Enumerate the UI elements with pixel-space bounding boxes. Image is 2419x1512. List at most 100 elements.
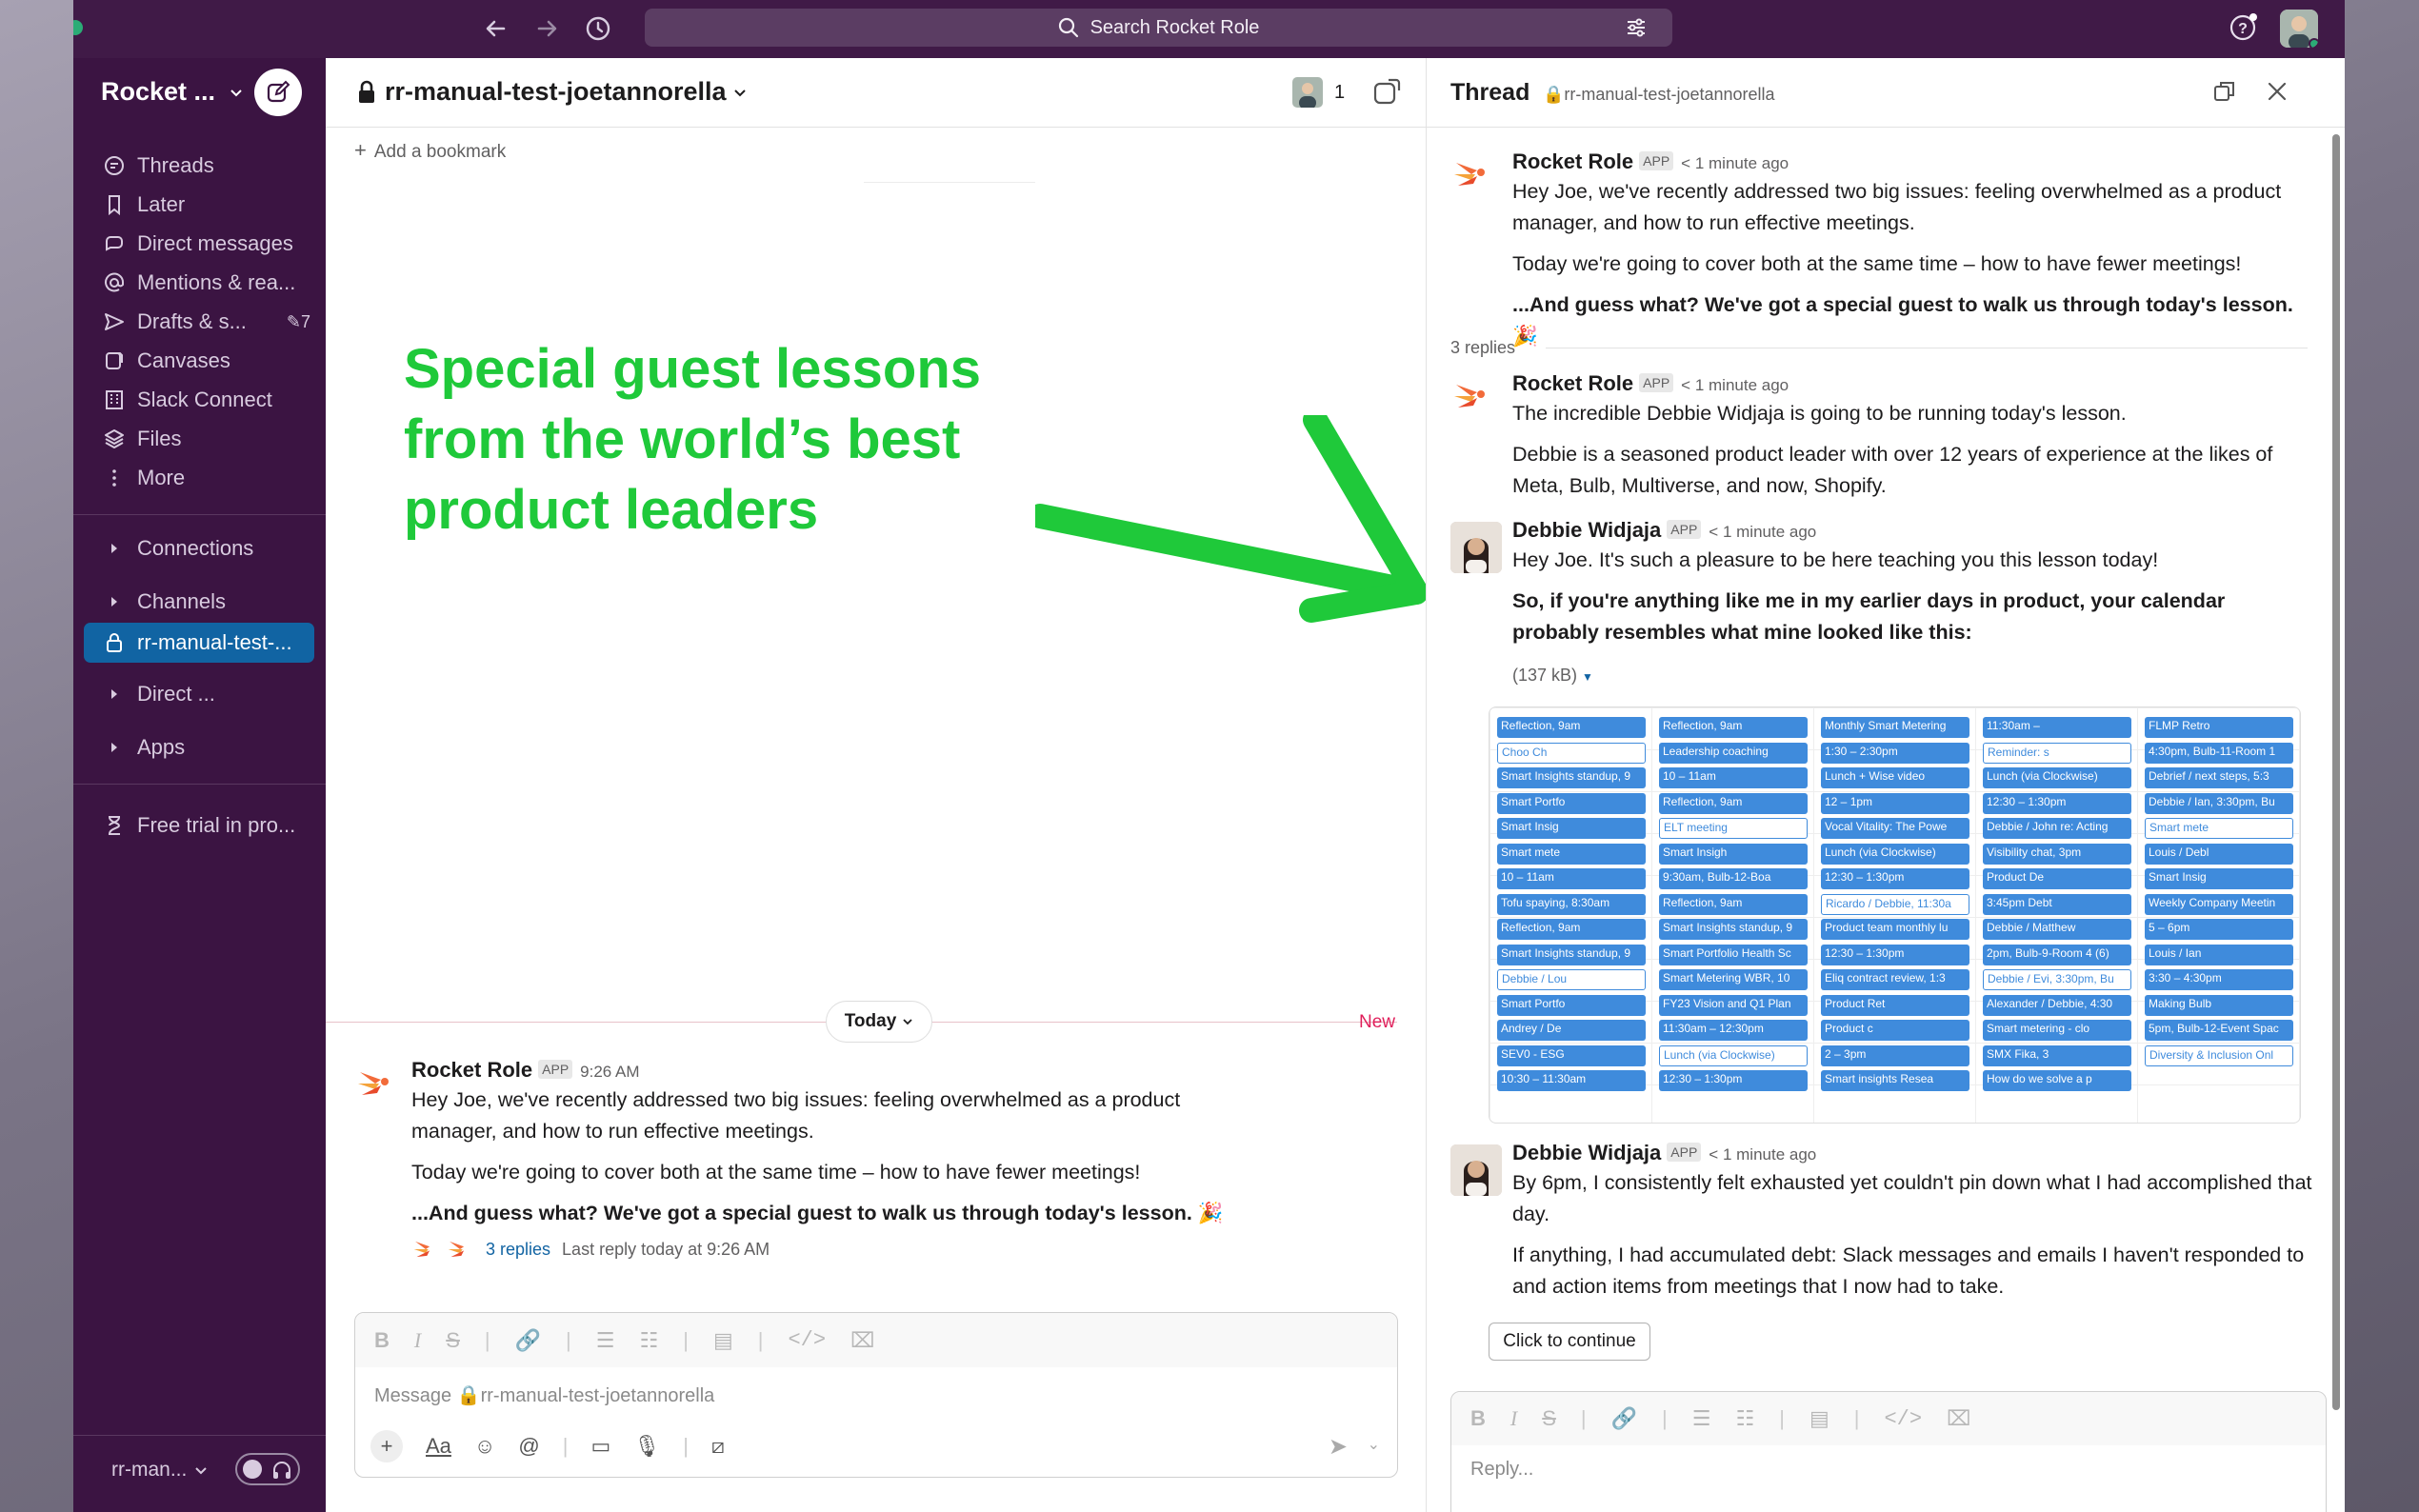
bold-icon[interactable]: B [1470, 1406, 1486, 1431]
calendar-event: Weekly Company Meetin [2145, 893, 2293, 915]
debbie-avatar[interactable] [1450, 1144, 1502, 1196]
calendar-event: Smart mete [2145, 818, 2293, 839]
thread-channel[interactable]: 🔒rr-manual-test-joetannorella [1543, 85, 1775, 105]
close-icon[interactable] [2265, 79, 2289, 109]
message-time[interactable]: < 1 minute ago [1681, 154, 1789, 172]
message-time[interactable]: < 1 minute ago [1681, 376, 1789, 394]
search-bar[interactable]: Search Rocket Role [645, 9, 1672, 47]
workspace-switcher[interactable]: Rocket ... [101, 77, 244, 107]
sidebar-item-canvases[interactable]: Canvases [101, 344, 230, 378]
emoji-icon[interactable]: ☺ [474, 1434, 495, 1459]
help-icon[interactable]: ? [2229, 13, 2257, 42]
message-time[interactable]: 9:26 AM [580, 1063, 639, 1081]
sidebar-channel-rr-manual-test[interactable]: rr-manual-test-... [101, 626, 292, 660]
code-block-icon[interactable]: ⌧ [850, 1328, 874, 1353]
calendar-screenshot[interactable]: Reflection, 9am Choo Ch Smart Insights sta… [1489, 706, 2301, 1124]
bold-icon[interactable]: B [374, 1328, 390, 1353]
huddle-toggle[interactable] [235, 1453, 300, 1485]
members-button[interactable]: 1 [1292, 77, 1345, 108]
calendar-event: ELT meeting [1659, 818, 1808, 839]
caret-right-icon [101, 681, 128, 707]
sidebar-section-channels[interactable]: Channels [101, 585, 226, 619]
sender-name[interactable]: Debbie Widjaja [1512, 1141, 1661, 1164]
open-in-window-icon[interactable] [2212, 79, 2237, 109]
sidebar-item-later[interactable]: Later [101, 188, 185, 222]
compose-button[interactable] [254, 69, 302, 116]
calendar-event: FLMP Retro [2145, 717, 2293, 738]
sidebar-item-drafts[interactable]: Drafts & s... ✎7 [101, 305, 310, 339]
strikethrough-icon[interactable]: S [1542, 1406, 1556, 1431]
forward-arrow-icon[interactable] [530, 11, 564, 46]
text-format-icon[interactable]: Aa [426, 1434, 451, 1459]
huddle-button[interactable] [1371, 77, 1402, 112]
numbered-list-icon[interactable]: ☰ [1692, 1406, 1711, 1431]
sidebar-item-slack-connect[interactable]: Slack Connect [101, 383, 272, 417]
thread-scrollbar[interactable] [2332, 134, 2340, 1410]
italic-icon[interactable]: I [414, 1328, 421, 1353]
sidebar-item-label: Apps [137, 735, 186, 759]
date-jump-button[interactable]: Today [826, 1001, 932, 1043]
strikethrough-icon[interactable]: S [446, 1328, 460, 1353]
code-icon[interactable]: </> [1884, 1407, 1922, 1431]
calendar-event: Debbie / Lou [1497, 969, 1646, 990]
sender-name[interactable]: Rocket Role [411, 1058, 532, 1082]
search-filter-icon[interactable] [1625, 16, 1659, 45]
mention-icon[interactable]: @ [518, 1434, 539, 1459]
sender-name[interactable]: Rocket Role [1512, 371, 1633, 395]
message-input[interactable]: Message 🔒rr-manual-test-joetannorella [374, 1383, 714, 1407]
sidebar-item-files[interactable]: Files [101, 422, 181, 456]
rocket-role-avatar[interactable] [1450, 375, 1489, 413]
bulleted-list-icon[interactable]: ☷ [639, 1328, 658, 1353]
rocket-role-avatar[interactable] [1450, 153, 1489, 191]
blockquote-icon[interactable]: ▤ [713, 1328, 733, 1353]
link-icon[interactable]: 🔗 [1611, 1406, 1637, 1431]
sidebar-item-free-trial[interactable]: Free trial in pro... [101, 808, 295, 843]
sender-name[interactable]: Rocket Role [1512, 149, 1633, 173]
thread-summary[interactable]: 3 replies Last reply today at 9:26 AM [411, 1235, 1383, 1263]
channel-title[interactable]: rr-manual-test-joetannorella [356, 77, 748, 107]
blockquote-icon[interactable]: ▤ [1809, 1406, 1829, 1431]
send-button[interactable]: ➤ [1329, 1433, 1348, 1461]
calendar-event: Eliq contract review, 1:3 [1821, 969, 1969, 990]
shortcuts-icon[interactable]: ⧄ [711, 1434, 725, 1459]
code-icon[interactable]: </> [788, 1328, 826, 1352]
sidebar-section-connections[interactable]: Connections [101, 531, 253, 566]
send-options-chevron-icon[interactable]: ⌄ [1368, 1435, 1380, 1454]
user-avatar[interactable] [2280, 10, 2318, 48]
video-icon[interactable]: ▭ [590, 1434, 610, 1459]
message-paragraph: So, if you're anything like me in my ear… [1512, 589, 2226, 644]
microphone-icon[interactable]: 🎙 [633, 1434, 660, 1459]
attach-plus-icon[interactable]: + [370, 1430, 403, 1462]
link-icon[interactable]: 🔗 [515, 1328, 541, 1353]
add-bookmark-button[interactable]: + Add a bookmark [354, 138, 506, 163]
sidebar-item-threads[interactable]: Threads [101, 149, 214, 183]
sidebar-item-direct-messages[interactable]: Direct messages [101, 227, 293, 261]
workspace-footer-switcher[interactable]: rr-man... [111, 1459, 208, 1482]
window-dot[interactable] [73, 20, 83, 35]
sidebar-section-direct[interactable]: Direct ... [101, 677, 215, 711]
rocket-role-avatar[interactable] [354, 1063, 392, 1101]
sidebar-item-mentions[interactable]: Mentions & rea... [101, 266, 295, 300]
sender-name[interactable]: Debbie Widjaja [1512, 518, 1661, 542]
sidebar-item-label: Free trial in pro... [137, 813, 296, 837]
back-arrow-icon[interactable] [479, 11, 513, 46]
italic-icon[interactable]: I [1510, 1406, 1517, 1431]
replies-link[interactable]: 3 replies [486, 1240, 550, 1260]
message-paragraph: Debbie is a seasoned product leader with… [1512, 443, 2273, 497]
message-time[interactable]: < 1 minute ago [1709, 523, 1816, 541]
numbered-list-icon[interactable]: ☰ [596, 1328, 615, 1353]
file-size[interactable]: (137 kB) ▼ [1512, 666, 2312, 686]
sidebar-item-more[interactable]: More [101, 461, 185, 495]
bulleted-list-icon[interactable]: ☷ [1735, 1406, 1754, 1431]
reply-input[interactable]: Reply... [1470, 1459, 1533, 1481]
message-time[interactable]: < 1 minute ago [1709, 1145, 1816, 1164]
format-toolbar: B I S | 🔗 | ☰ ☷ | ▤ | </> ⌧ [1451, 1392, 2326, 1445]
history-clock-icon[interactable] [581, 11, 615, 46]
debbie-avatar[interactable] [1450, 522, 1502, 573]
calendar-event: Debbie / Matthew [1983, 919, 2131, 940]
sidebar-item-label: Threads [137, 153, 214, 177]
code-block-icon[interactable]: ⌧ [1947, 1406, 1970, 1431]
click-to-continue-button[interactable]: Click to continue [1489, 1323, 1650, 1361]
search-icon [1058, 17, 1078, 38]
sidebar-section-apps[interactable]: Apps [101, 730, 185, 765]
